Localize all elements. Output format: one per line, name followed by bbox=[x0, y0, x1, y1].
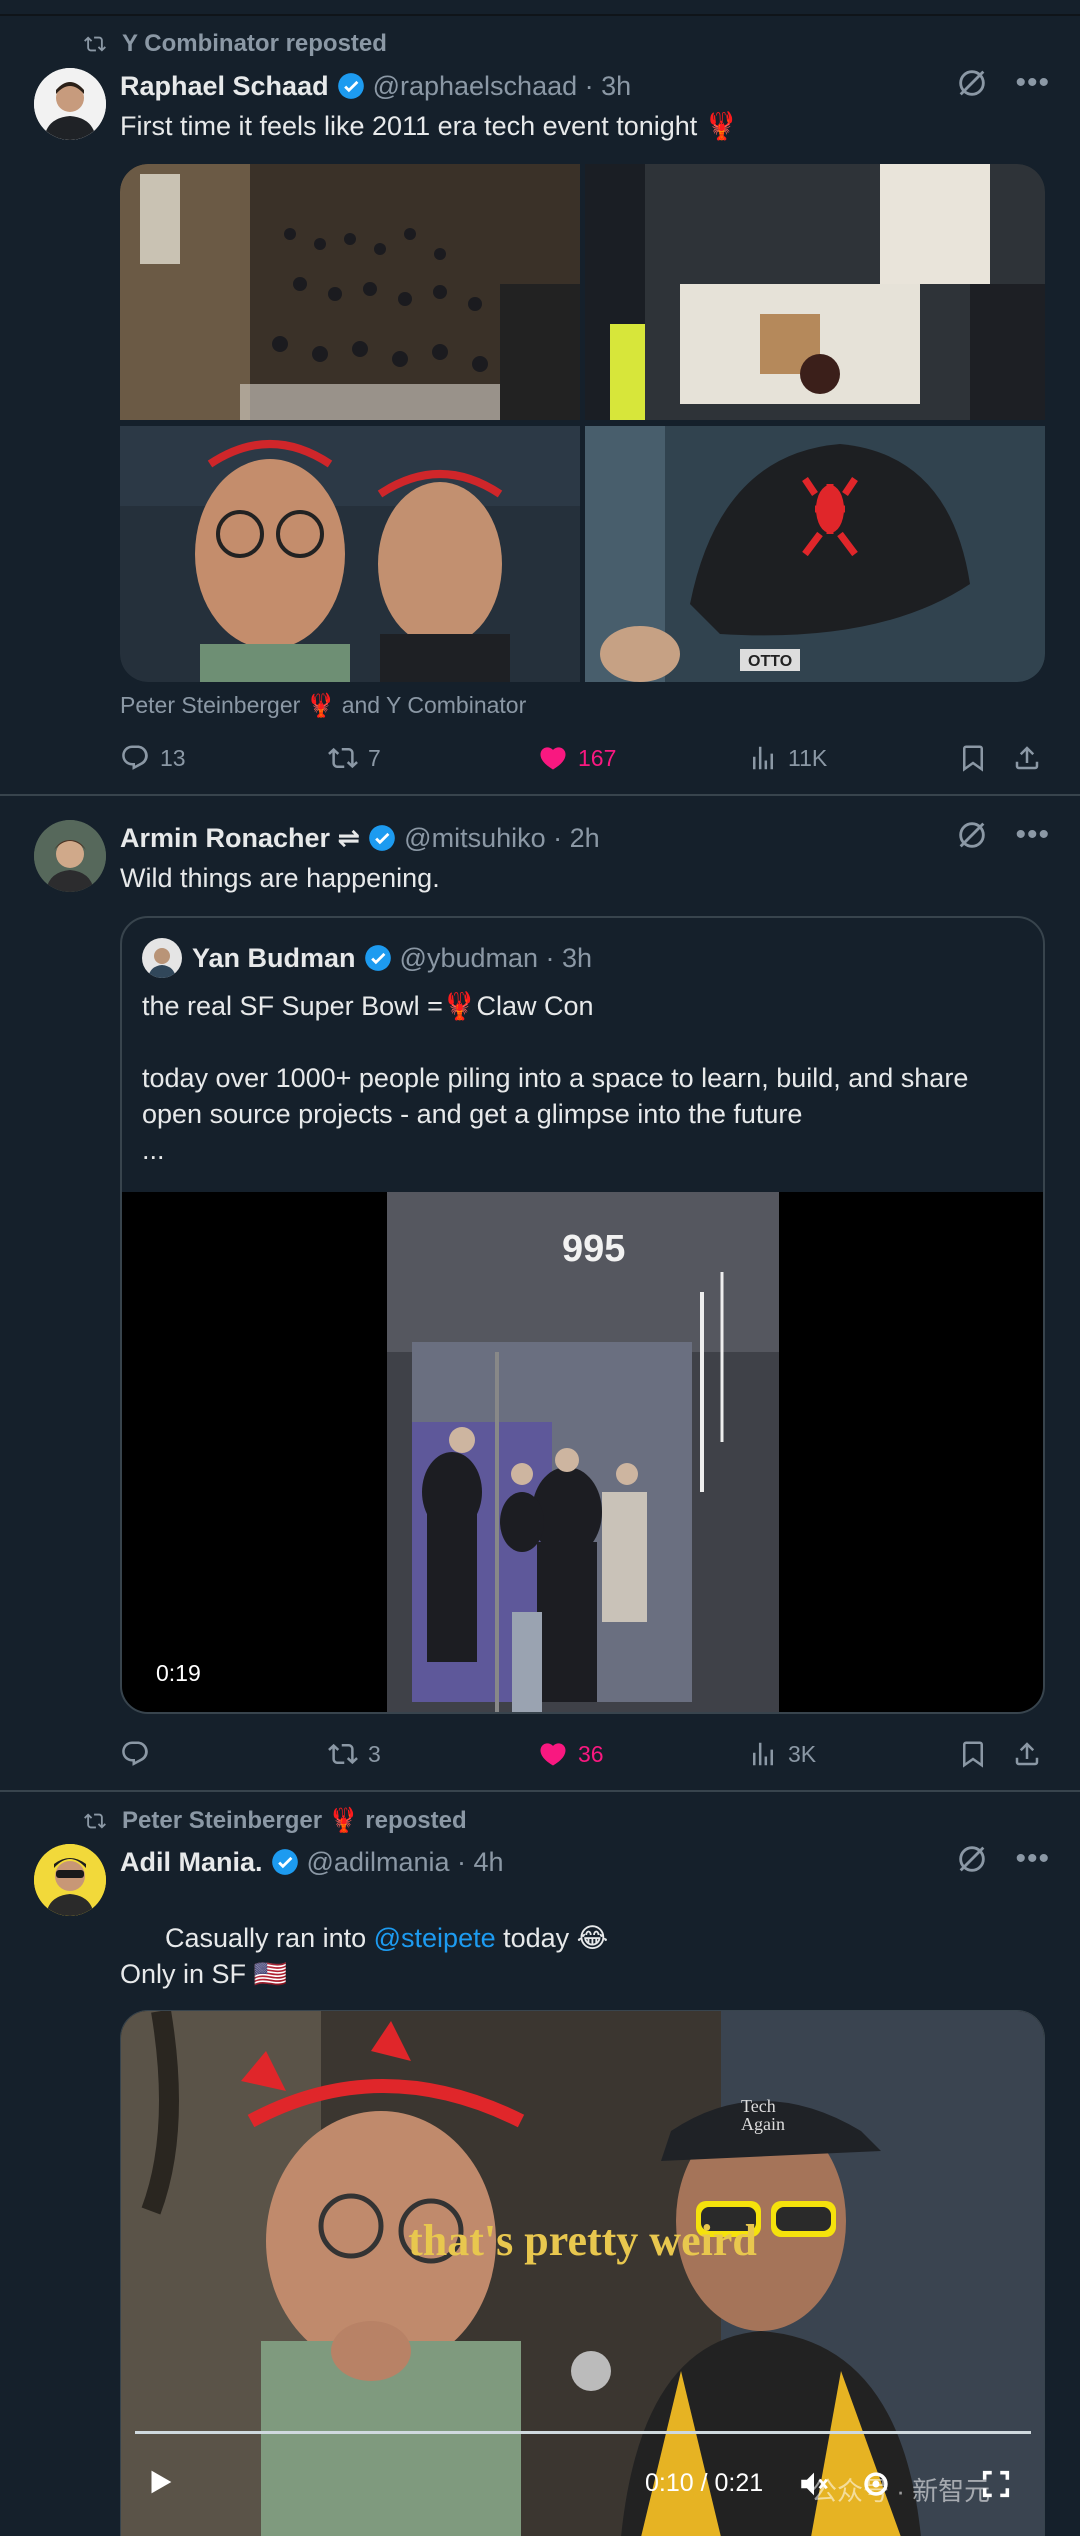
bookmark-icon bbox=[963, 1741, 983, 1768]
like-button[interactable]: 167 bbox=[538, 743, 616, 773]
svg-text:OTTO: OTTO bbox=[748, 653, 792, 670]
heart-filled-icon bbox=[540, 747, 566, 770]
like-count: 36 bbox=[578, 1740, 604, 1767]
timeline-feed: Y Combinator reposted Raphael Schaad @ra… bbox=[0, 0, 1080, 2536]
more-options-icon[interactable]: ••• bbox=[1015, 818, 1050, 852]
share-button[interactable] bbox=[1012, 743, 1052, 773]
verified-badge-icon bbox=[337, 73, 364, 99]
share-icon bbox=[1015, 1742, 1039, 1766]
author-name[interactable]: Adil Mania. bbox=[120, 1847, 263, 1878]
action-bar: 3 36 3K bbox=[120, 1734, 1044, 1774]
post-header: Raphael Schaad @raphaelschaad · 3h ••• bbox=[120, 66, 1050, 106]
avatar[interactable] bbox=[34, 820, 106, 892]
view-count: 11K bbox=[788, 744, 828, 771]
video-duration: 0:19 bbox=[156, 1660, 201, 1686]
repost-count: 3 bbox=[368, 1740, 381, 1767]
action-bar: 13 7 167 11K bbox=[120, 738, 1044, 778]
cap-logo-text: Tech Again bbox=[741, 2096, 785, 2134]
grok-icon[interactable] bbox=[955, 818, 989, 852]
avatar[interactable] bbox=[34, 1844, 106, 1916]
quoted-post[interactable]: Yan Budman @ybudman · 3h the real SF Sup… bbox=[120, 916, 1045, 1714]
repost-indicator: Peter Steinberger 🦞 reposted bbox=[82, 1806, 467, 1835]
analytics-icon bbox=[753, 1742, 773, 1766]
author-name[interactable]: Armin Ronacher ⇌ bbox=[120, 823, 360, 854]
grok-icon[interactable] bbox=[955, 66, 989, 100]
post-text: Wild things are happening. bbox=[120, 863, 440, 893]
author-handle[interactable]: @raphaelschaad · 3h bbox=[373, 71, 632, 102]
repost-text: Y Combinator reposted bbox=[122, 30, 387, 57]
text-part: Casually ran into bbox=[165, 1923, 374, 1953]
repost-button[interactable]: 7 bbox=[328, 743, 381, 773]
quote-header: Yan Budman @ybudman · 3h bbox=[142, 938, 592, 978]
verified-badge-icon bbox=[364, 945, 391, 971]
quote-author-handle: @ybudman · 3h bbox=[399, 942, 593, 973]
quote-video[interactable]: 995 0:19 bbox=[122, 1192, 1043, 1712]
quote-avatar bbox=[142, 938, 182, 978]
reply-icon bbox=[122, 1741, 148, 1766]
analytics-icon bbox=[753, 746, 773, 770]
watermark: 公众号 · 新智元 bbox=[811, 2476, 991, 2506]
reply-button[interactable]: 13 bbox=[120, 743, 186, 773]
more-options-icon[interactable]: ••• bbox=[1015, 66, 1050, 100]
views-button[interactable]: 11K bbox=[748, 743, 827, 773]
video-time: 0:10 / 0:21 bbox=[645, 2469, 764, 2497]
repost-count: 7 bbox=[368, 744, 381, 771]
mention-link[interactable]: @steipete bbox=[374, 1923, 496, 1953]
repost-indicator: Y Combinator reposted bbox=[82, 30, 387, 58]
post-raphael[interactable]: Y Combinator reposted Raphael Schaad @ra… bbox=[0, 16, 1080, 796]
bookmark-button[interactable] bbox=[958, 1739, 998, 1769]
bookmark-icon bbox=[963, 745, 983, 772]
repost-button[interactable]: 3 bbox=[328, 1739, 381, 1769]
views-button[interactable]: 3K bbox=[748, 1739, 816, 1769]
quote-author-name: Yan Budman bbox=[192, 942, 356, 973]
avatar[interactable] bbox=[34, 68, 106, 140]
author-handle[interactable]: @mitsuhiko · 2h bbox=[404, 823, 599, 854]
building-number: 995 bbox=[562, 1228, 626, 1270]
video-progress-track[interactable] bbox=[135, 2431, 1031, 2434]
more-options-icon[interactable]: ••• bbox=[1015, 1842, 1050, 1876]
photo-tags[interactable]: Peter Steinberger 🦞 and Y Combinator bbox=[120, 692, 526, 719]
repost-icon bbox=[84, 36, 106, 52]
video-subtitle: that's pretty weird bbox=[408, 2216, 757, 2265]
play-icon[interactable] bbox=[143, 2465, 177, 2499]
post-text: First time it feels like 2011 era tech e… bbox=[120, 111, 739, 141]
like-button[interactable]: 36 bbox=[538, 1739, 604, 1769]
author-name[interactable]: Raphael Schaad bbox=[120, 71, 329, 102]
reply-icon bbox=[122, 745, 148, 770]
post-text-line2: Only in SF 🇺🇸 bbox=[120, 1959, 288, 1989]
bookmark-button[interactable] bbox=[958, 743, 998, 773]
share-button[interactable] bbox=[1012, 1739, 1052, 1769]
like-count: 167 bbox=[578, 744, 617, 771]
post-header: Adil Mania. @adilmania · 4h ••• bbox=[120, 1842, 1050, 1882]
view-count: 3K bbox=[788, 1740, 817, 1767]
repost-icon bbox=[328, 747, 358, 769]
share-icon bbox=[1015, 746, 1039, 770]
repost-icon bbox=[84, 1813, 106, 1828]
post-header: Armin Ronacher ⇌ @mitsuhiko · 2h ••• bbox=[120, 818, 1050, 858]
repost-text: Peter Steinberger 🦞 reposted bbox=[122, 1807, 467, 1834]
text-part: today 😂 bbox=[495, 1923, 609, 1953]
post-adil[interactable]: Peter Steinberger 🦞 reposted Adil Mania.… bbox=[0, 1794, 1080, 2536]
verified-badge-icon bbox=[369, 825, 396, 851]
reply-count: 13 bbox=[160, 744, 186, 771]
post-video[interactable]: Tech Again that's pretty weird 0:10 / 0:… bbox=[120, 2010, 1045, 2536]
photo-grid[interactable]: OTTO bbox=[120, 164, 1045, 682]
reply-button[interactable] bbox=[120, 1739, 160, 1769]
quote-text: the real SF Super Bowl =🦞Claw Con today … bbox=[142, 991, 969, 1165]
heart-filled-icon bbox=[540, 1743, 566, 1766]
repost-icon bbox=[328, 1743, 358, 1765]
author-handle[interactable]: @adilmania · 4h bbox=[307, 1847, 504, 1878]
verified-badge-icon bbox=[271, 1849, 298, 1875]
grok-icon[interactable] bbox=[955, 1842, 989, 1876]
post-armin[interactable]: Armin Ronacher ⇌ @mitsuhiko · 2h ••• Wil… bbox=[0, 798, 1080, 1792]
